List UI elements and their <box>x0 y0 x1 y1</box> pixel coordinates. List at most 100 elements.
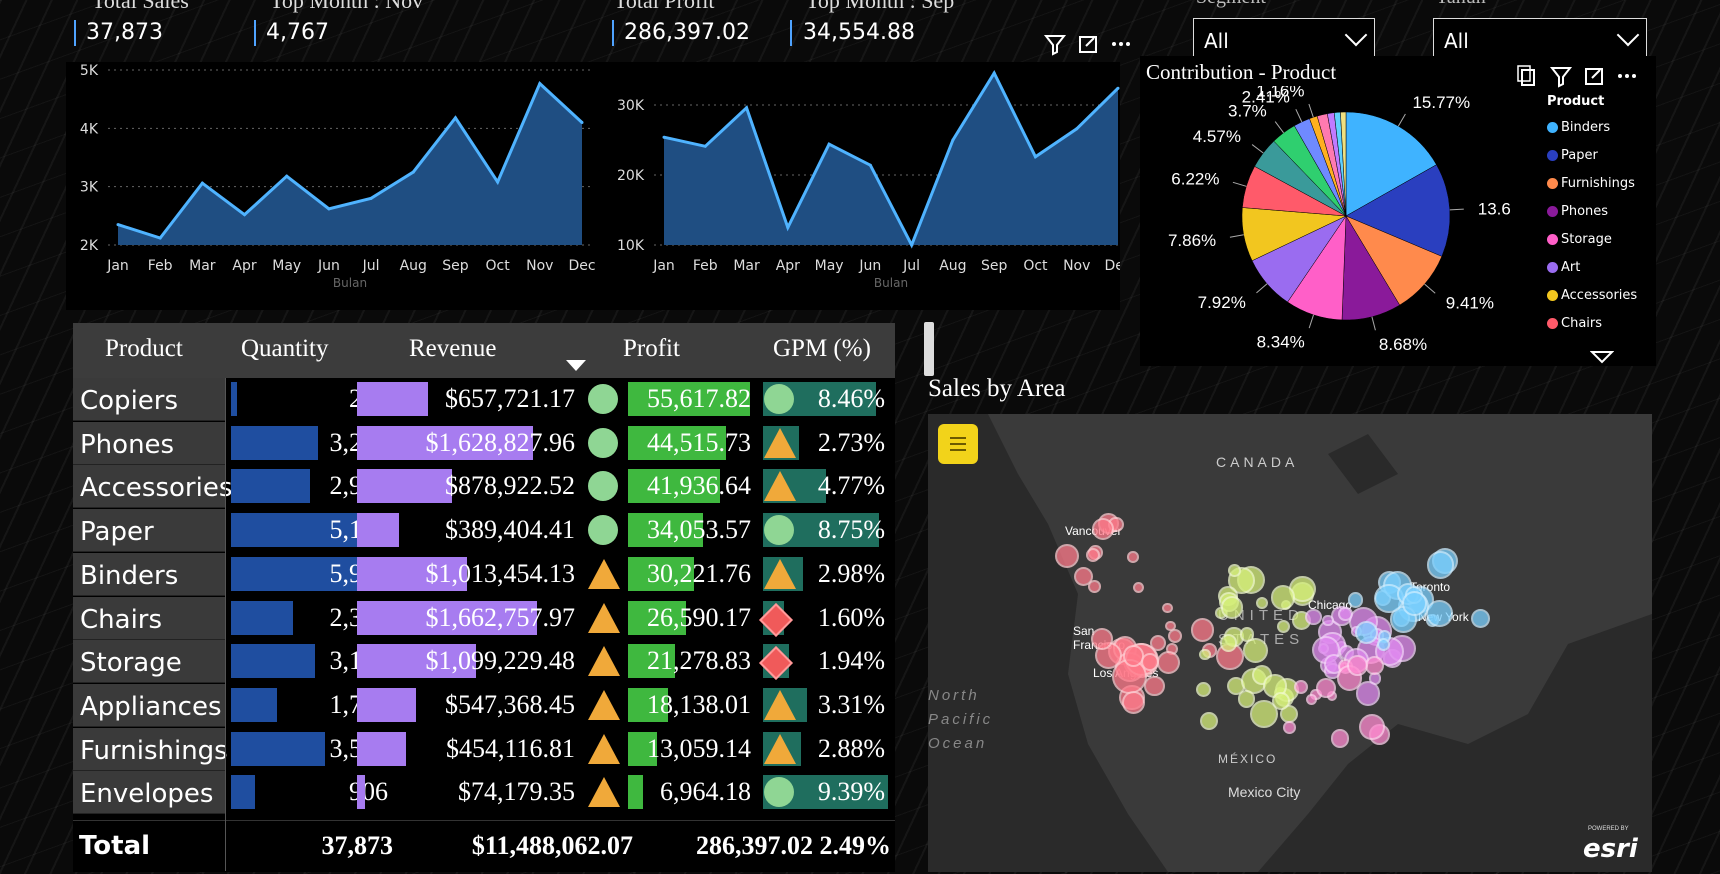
copy-icon[interactable] <box>1517 65 1535 86</box>
map-bubble[interactable] <box>1149 634 1166 651</box>
data-point[interactable] <box>369 196 373 200</box>
table-row[interactable]: Copiers 234 $657,721.17 55,617.82 8.46% <box>73 378 895 422</box>
table-row[interactable]: Appliances 1,729 $547,368.45 18,138.01 3… <box>73 683 895 728</box>
map-bubble[interactable] <box>1283 721 1296 734</box>
table-row[interactable]: Storage 3,158 $1,099,229.48 21,278.83 1.… <box>73 640 895 684</box>
data-point[interactable] <box>992 71 996 75</box>
scrollbar[interactable] <box>924 322 934 376</box>
map-menu-button[interactable] <box>938 424 978 464</box>
data-point[interactable] <box>453 116 457 120</box>
legend-item[interactable]: Art <box>1547 253 1637 281</box>
data-point[interactable] <box>327 207 331 211</box>
sales-map[interactable]: CANADA UNITED STATES MÉXICO Vancouver Sa… <box>928 414 1652 872</box>
map-bubble[interactable] <box>1157 650 1181 674</box>
map-bubble[interactable] <box>1091 627 1113 650</box>
legend-scroll-down-icon[interactable] <box>1590 350 1614 364</box>
map-bubble[interactable] <box>1127 551 1139 563</box>
map-bubble[interactable] <box>1365 655 1385 675</box>
table-row[interactable]: Phones 3,289 $1,628,827.96 44,515.73 2.7… <box>73 421 895 466</box>
data-point[interactable] <box>868 163 872 167</box>
map-bubble[interactable] <box>1470 609 1490 629</box>
data-point[interactable] <box>158 236 162 240</box>
table-row[interactable]: Furnishings 3,563 $454,116.81 13,059.14 … <box>73 727 895 772</box>
data-point[interactable] <box>200 181 204 185</box>
map-bubble[interactable] <box>1426 599 1453 627</box>
status-triangle-icon <box>764 689 796 720</box>
legend-title: Product <box>1547 94 1605 109</box>
map-bubble[interactable] <box>1272 691 1291 710</box>
product-cell: Accessories <box>73 465 232 509</box>
data-point[interactable] <box>1116 86 1120 90</box>
map-bubble[interactable] <box>1162 602 1173 614</box>
map-bubble[interactable] <box>1132 581 1144 593</box>
data-point[interactable] <box>1033 155 1037 159</box>
data-point[interactable] <box>243 213 247 217</box>
map-bubble[interactable] <box>1346 655 1368 676</box>
focus-mode-icon[interactable] <box>1079 36 1097 53</box>
map-bubble[interactable] <box>1276 619 1290 633</box>
map-bubble[interactable] <box>1347 592 1363 608</box>
legend-item[interactable]: Paper <box>1547 141 1637 169</box>
more-options-icon[interactable] <box>1112 42 1130 46</box>
map-bubble[interactable] <box>1199 711 1218 730</box>
profit-area-chart[interactable]: 10K 20K 30K Jan Feb Mar Apr May Jun Jul Aug Sep Oct N… <box>600 62 1132 310</box>
focus-mode-icon[interactable] <box>1585 68 1603 85</box>
map-bubble[interactable] <box>1402 590 1428 616</box>
data-point[interactable] <box>662 135 666 139</box>
data-point[interactable] <box>703 144 707 148</box>
column-header-profit[interactable]: Profit <box>623 335 680 363</box>
legend-item[interactable]: Chairs <box>1547 309 1637 337</box>
legend-item[interactable]: Binders <box>1547 113 1637 141</box>
map-bubble[interactable] <box>1354 620 1378 644</box>
map-bubble[interactable] <box>1306 693 1318 705</box>
data-point[interactable] <box>745 106 749 110</box>
map-bubble[interactable] <box>1427 551 1455 579</box>
data-point[interactable] <box>910 243 914 247</box>
map-bubble[interactable] <box>1085 548 1100 563</box>
data-point[interactable] <box>1075 127 1079 131</box>
sort-descending-icon[interactable] <box>565 359 587 373</box>
column-header-revenue[interactable]: Revenue <box>409 335 496 363</box>
data-point[interactable] <box>786 226 790 229</box>
column-header-product[interactable]: Product <box>105 335 183 363</box>
table-row[interactable]: Paper 5,178 $389,404.41 34,053.57 8.75% <box>73 509 895 553</box>
data-point[interactable] <box>285 174 289 178</box>
filter-icon[interactable] <box>1549 67 1573 88</box>
x-tick-label: Jan <box>106 258 129 274</box>
column-header-quantity[interactable]: Quantity <box>241 335 329 363</box>
more-options-icon[interactable] <box>1618 74 1636 78</box>
map-bubble[interactable] <box>1377 637 1391 651</box>
table-row[interactable]: Chairs 2,356 $1,662,757.97 26,590.17 1.6… <box>73 596 895 641</box>
map-bubble[interactable] <box>1270 585 1295 610</box>
map-bubble[interactable] <box>1293 680 1308 694</box>
map-bubble[interactable] <box>1321 614 1334 627</box>
map-bubble[interactable] <box>1338 606 1353 621</box>
filter-icon[interactable] <box>1043 35 1067 56</box>
data-point[interactable] <box>496 180 500 184</box>
data-point[interactable] <box>116 223 120 227</box>
map-bubble[interactable] <box>1219 634 1238 652</box>
sales-area-chart[interactable]: 2K 3K 4K 5K Jan Feb Mar Apr May Jun Jul Aug Sep Oct No… <box>66 62 600 310</box>
table-row[interactable]: Envelopes 906 $74,179.35 6,964.18 9.39% <box>73 771 895 815</box>
data-point[interactable] <box>580 121 584 124</box>
data-point[interactable] <box>827 142 831 146</box>
table-row[interactable]: Accessories 2,976 $878,922.52 41,936.64 … <box>73 465 895 509</box>
map-bubble[interactable] <box>1190 618 1215 642</box>
data-point[interactable] <box>951 138 955 142</box>
data-point[interactable] <box>411 170 415 174</box>
legend-item[interactable]: Storage <box>1547 225 1637 253</box>
map-bubble[interactable] <box>1330 729 1350 748</box>
legend-item[interactable]: Accessories <box>1547 281 1637 309</box>
legend-item[interactable]: Phones <box>1547 197 1637 225</box>
map-bubble[interactable] <box>1087 580 1101 594</box>
column-header-gpm[interactable]: GPM (%) <box>773 335 871 363</box>
map-bubble[interactable] <box>1227 564 1241 577</box>
data-point[interactable] <box>538 82 542 86</box>
map-bubble[interactable] <box>1220 596 1244 619</box>
map-bubble[interactable] <box>1199 648 1211 661</box>
product-cell: Envelopes <box>73 771 225 815</box>
table-row[interactable]: Binders 5,974 $1,013,454.13 30,221.76 2.… <box>73 552 895 597</box>
legend-item[interactable]: Furnishings <box>1547 169 1637 197</box>
map-bubble[interactable] <box>1165 620 1176 631</box>
product-name: Binders <box>80 560 179 591</box>
